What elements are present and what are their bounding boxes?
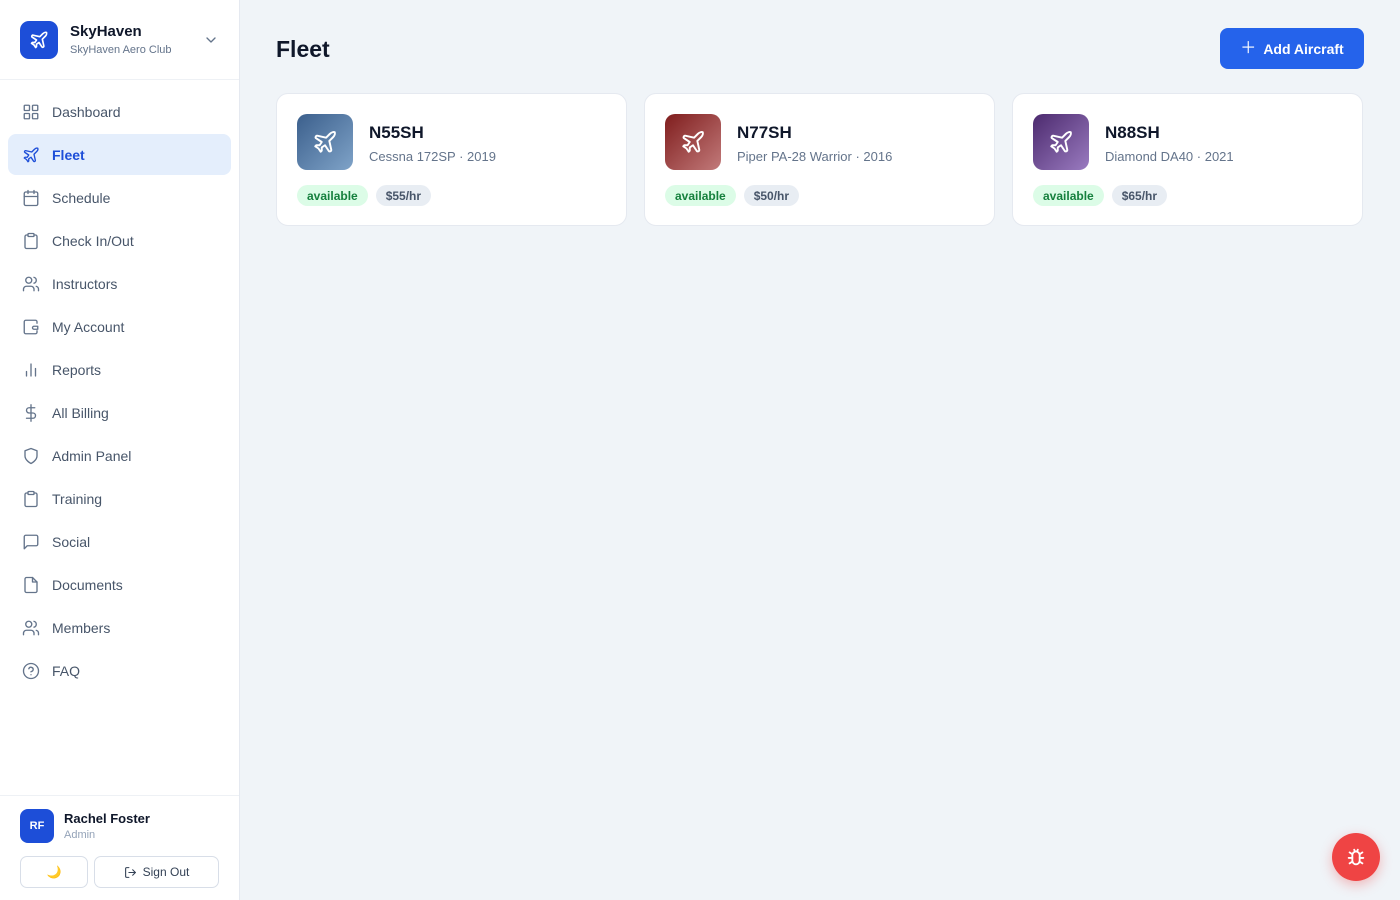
add-aircraft-label: Add Aircraft: [1263, 40, 1344, 57]
users-icon: [22, 275, 40, 293]
sidebar-item-label: Documents: [52, 576, 123, 593]
plane-icon: [1050, 131, 1072, 153]
bar-chart-icon: [22, 361, 40, 379]
aircraft-model: Piper PA-28 Warrior · 2016: [737, 149, 893, 164]
sidebar: SkyHaven SkyHaven Aero Club Dashboard Fle…: [0, 0, 240, 900]
user-panel: RF Rachel Foster Admin 🌙 Sign Out: [0, 795, 239, 900]
grid-icon: [22, 103, 40, 121]
sidebar-item-label: All Billing: [52, 404, 109, 421]
bug-icon: [1347, 848, 1365, 866]
sidebar-item-check-in-out[interactable]: Check In/Out: [8, 220, 231, 261]
sidebar-item-admin-panel[interactable]: Admin Panel: [8, 435, 231, 476]
aircraft-thumbnail: [665, 114, 721, 170]
sidebar-item-label: Schedule: [52, 189, 111, 206]
sidebar-item-label: Fleet: [52, 146, 85, 163]
user-role: Admin: [64, 829, 96, 841]
rate-badge: $65/hr: [1111, 185, 1168, 206]
sidebar-item-label: Admin Panel: [52, 447, 132, 464]
sidebar-item-label: Training: [52, 490, 103, 507]
plane-icon: [22, 146, 40, 164]
aircraft-card[interactable]: N77SH Piper PA-28 Warrior · 2016 available…: [644, 93, 995, 226]
sidebar-item-schedule[interactable]: Schedule: [8, 177, 231, 218]
sidebar-item-label: Social: [52, 533, 91, 550]
sidebar-item-dashboard[interactable]: Dashboard: [8, 91, 231, 132]
wallet-icon: [22, 318, 40, 336]
brand-name: SkyHaven: [70, 23, 142, 40]
brand-subtitle: SkyHaven Aero Club: [70, 44, 172, 56]
sidebar-item-instructors[interactable]: Instructors: [8, 263, 231, 304]
plane-icon: [30, 31, 48, 48]
user-name: Rachel Foster: [64, 811, 150, 826]
brand-logo: [20, 20, 58, 59]
sidebar-nav: Dashboard Fleet Schedule Check In/Out Instru…: [0, 80, 239, 691]
sidebar-item-faq[interactable]: FAQ: [8, 650, 231, 691]
sign-out-button[interactable]: Sign Out: [94, 856, 219, 888]
sign-out-label: Sign Out: [142, 865, 190, 879]
sidebar-item-label: Check In/Out: [52, 232, 134, 249]
plane-icon: [682, 131, 704, 153]
brand-header[interactable]: SkyHaven SkyHaven Aero Club: [0, 0, 239, 80]
plane-icon: [314, 131, 336, 153]
clipboard-icon: [22, 490, 40, 508]
avatar[interactable]: RF: [20, 809, 54, 843]
sidebar-item-label: Members: [52, 619, 111, 636]
plus-icon: ＋: [1240, 39, 1257, 57]
add-aircraft-button[interactable]: ＋ Add Aircraft: [1220, 28, 1364, 69]
sidebar-item-social[interactable]: Social: [8, 521, 231, 562]
sidebar-item-reports[interactable]: Reports: [8, 349, 231, 390]
status-badge: available: [665, 185, 736, 206]
aircraft-registration: N88SH: [1105, 123, 1160, 142]
sidebar-item-training[interactable]: Training: [8, 478, 231, 519]
message-icon: [22, 533, 40, 551]
sidebar-item-my-account[interactable]: My Account: [8, 306, 231, 347]
page-title: Fleet: [276, 36, 330, 62]
aircraft-model: Diamond DA40 · 2021: [1105, 149, 1234, 164]
dollar-icon: [22, 403, 40, 422]
aircraft-thumbnail: [1033, 114, 1089, 170]
status-badge: available: [1033, 185, 1104, 206]
theme-toggle-button[interactable]: 🌙: [20, 856, 88, 888]
shield-icon: [22, 447, 40, 465]
aircraft-card[interactable]: N55SH Cessna 172SP · 2019 available $55/hr: [276, 93, 627, 226]
calendar-icon: [22, 189, 40, 207]
aircraft-model: Cessna 172SP · 2019: [369, 149, 496, 164]
sidebar-item-all-billing[interactable]: All Billing: [8, 392, 231, 433]
sidebar-item-fleet[interactable]: Fleet: [8, 134, 231, 175]
sidebar-item-label: Instructors: [52, 275, 118, 292]
sidebar-item-members[interactable]: Members: [8, 607, 231, 648]
sidebar-item-label: FAQ: [52, 662, 81, 679]
file-icon: [22, 576, 40, 594]
clipboard-icon: [22, 232, 40, 250]
bug-report-button[interactable]: [1332, 833, 1380, 881]
moon-icon: 🌙: [46, 865, 62, 879]
aircraft-thumbnail: [297, 114, 353, 170]
aircraft-registration: N55SH: [369, 123, 424, 142]
users-icon: [22, 619, 40, 637]
status-badge: available: [297, 185, 368, 206]
help-circle-icon: [22, 662, 40, 680]
aircraft-registration: N77SH: [737, 123, 792, 142]
rate-badge: $55/hr: [375, 185, 432, 206]
aircraft-card[interactable]: N88SH Diamond DA40 · 2021 available $65/hr: [1012, 93, 1363, 226]
sidebar-item-label: Reports: [52, 361, 102, 378]
sidebar-item-label: My Account: [52, 318, 125, 335]
sidebar-item-documents[interactable]: Documents: [8, 564, 231, 605]
chevron-down-icon[interactable]: [203, 32, 219, 48]
fleet-grid: N55SH Cessna 172SP · 2019 available $55/hr N…: [276, 93, 1380, 226]
log-out-icon: [124, 866, 137, 879]
sidebar-item-label: Dashboard: [52, 103, 121, 120]
rate-badge: $50/hr: [743, 185, 800, 206]
